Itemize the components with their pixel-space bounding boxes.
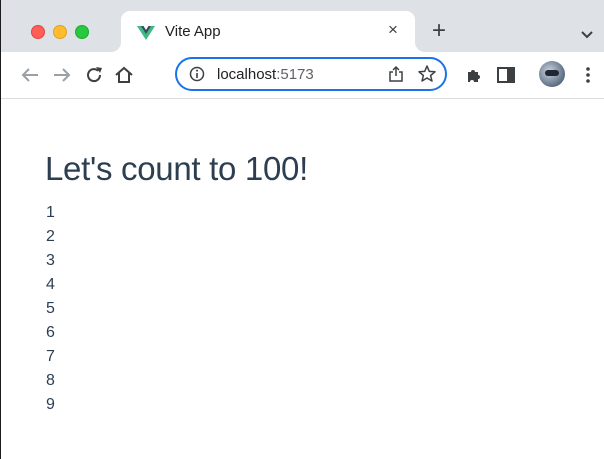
info-icon[interactable] [189,66,205,82]
list-item: 7 [46,348,55,365]
minimize-window-button[interactable] [53,25,67,39]
close-window-button[interactable] [31,25,45,39]
tab-strip: Vite App × + [1,0,604,52]
address-bar[interactable]: localhost:5173 [175,57,447,91]
profile-avatar[interactable] [539,61,565,87]
list-item: 8 [46,372,55,389]
maximize-window-button[interactable] [75,25,89,39]
url-host: localhost [217,66,277,83]
list-item: 3 [46,252,55,269]
new-tab-button[interactable]: + [427,19,451,44]
vue-logo-icon [137,26,155,40]
forward-arrow-icon[interactable] [51,64,73,86]
list-item: 9 [46,396,55,413]
kebab-menu-icon[interactable] [583,64,593,86]
reload-icon[interactable] [83,64,105,86]
side-panel-icon[interactable] [495,64,517,86]
share-icon[interactable] [387,65,405,83]
tab-vite-app[interactable]: Vite App × [111,11,425,52]
page-content: Let's count to 100! 1 2 3 4 5 6 7 8 9 [1,100,604,459]
page-title: Let's count to 100! [45,150,308,187]
chevron-down-icon[interactable] [577,24,597,44]
extensions-puzzle-icon[interactable] [463,64,485,86]
list-item: 6 [46,324,55,341]
back-arrow-icon[interactable] [19,64,41,86]
url-text[interactable]: localhost:5173 [217,66,314,83]
browser-toolbar: localhost:5173 [1,52,604,99]
url-port: :5173 [276,66,314,83]
list-item: 4 [46,276,55,293]
browser-window: Vite App × + localhost:5173 Let's count … [0,0,604,459]
home-icon[interactable] [113,64,135,86]
list-item: 2 [46,228,55,245]
tab-title: Vite App [165,23,221,40]
list-item: 5 [46,300,55,317]
list-item: 1 [46,204,55,221]
bookmark-star-icon[interactable] [417,64,437,84]
number-list: 1 2 3 4 5 6 7 8 9 [46,201,55,417]
close-tab-icon[interactable]: × [383,20,403,40]
